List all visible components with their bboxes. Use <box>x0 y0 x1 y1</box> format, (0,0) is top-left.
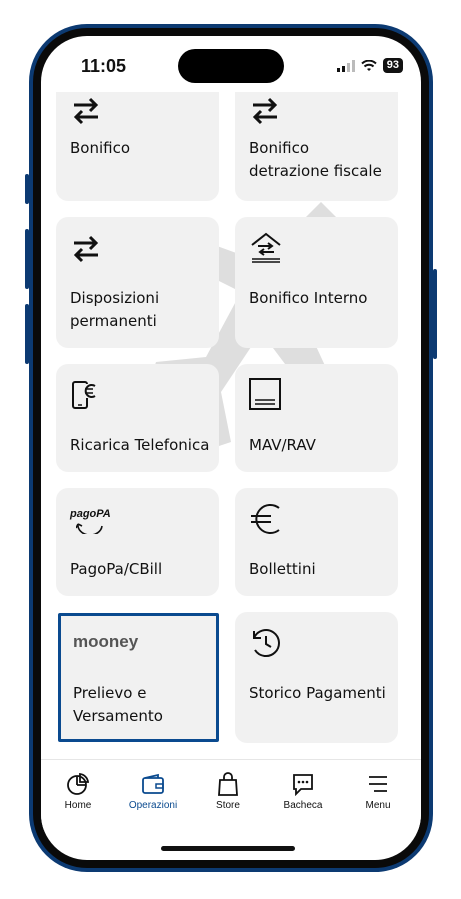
tab-operazioni[interactable]: Operazioni <box>116 760 190 830</box>
tile-bonifico-interno[interactable]: Bonifico Interno <box>235 217 398 348</box>
action-button <box>25 174 29 204</box>
tile-pagopa-cbill[interactable]: pagoPA PagoPa/CBill <box>56 488 219 596</box>
volume-down-button <box>25 304 29 364</box>
tab-label: Operazioni <box>128 800 178 811</box>
battery-indicator: 93 <box>382 58 403 73</box>
tab-label: Bacheca <box>283 800 323 811</box>
document-box-icon <box>249 378 281 410</box>
tile-storico-pagamenti[interactable]: Storico Pagamenti <box>235 612 398 743</box>
tab-store[interactable]: Store <box>191 760 265 830</box>
tile-label: Bonifico detrazione fiscale <box>249 139 382 180</box>
power-button <box>433 269 437 359</box>
tab-label: Menu <box>365 800 391 811</box>
tile-disposizioni-permanenti[interactable]: Disposizioni permanenti <box>56 217 219 348</box>
pagopa-logo-text: pagoPA <box>70 508 111 520</box>
history-clock-icon <box>253 629 280 657</box>
tab-label: Home <box>64 800 92 811</box>
tab-label: Store <box>216 800 240 811</box>
tile-bollettini[interactable]: Bollettini <box>235 488 398 596</box>
wifi-icon <box>361 59 377 71</box>
status-icons: 93 <box>336 58 403 73</box>
chat-bubble-icon <box>293 774 313 796</box>
dynamic-island <box>178 49 284 83</box>
tab-home[interactable]: Home <box>41 760 115 830</box>
tile-ricarica-telefonica[interactable]: Ricarica Telefonica <box>56 364 219 472</box>
status-time: 11:05 <box>81 56 127 76</box>
tile-bonifico[interactable]: Bonifico <box>56 92 219 201</box>
tile-label: Bonifico Interno <box>249 289 368 307</box>
home-indicator[interactable] <box>161 846 295 851</box>
operations-grid: Bonifico Bonifico detrazione fiscale Dis… <box>41 92 421 759</box>
tile-label: Storico Pagamenti <box>249 684 386 702</box>
tile-label: PagoPa/CBill <box>70 560 163 578</box>
phone-euro-icon <box>72 381 98 409</box>
tile-mav-rav[interactable]: MAV/RAV <box>235 364 398 472</box>
mooney-logo: mooney <box>73 632 139 651</box>
tile-label: Disposizioni permanenti <box>70 289 160 330</box>
tab-menu[interactable]: Menu <box>341 760 415 830</box>
transfer-arrows-icon <box>73 97 99 125</box>
pagopa-logo-icon: pagoPA <box>70 504 111 534</box>
tile-label: Prelievo e Versamento <box>73 684 163 725</box>
tile-bonifico-detrazione[interactable]: Bonifico detrazione fiscale <box>235 92 398 201</box>
wallet-icon <box>142 773 164 794</box>
tab-bar: Home Operazioni Store Bacheca Menu <box>41 759 421 830</box>
transfer-arrows-icon <box>252 97 278 125</box>
status-bar: 11:05 93 <box>41 36 421 92</box>
tile-label: Ricarica Telefonica <box>70 436 210 454</box>
signal-icon <box>336 59 355 72</box>
tile-label: Bollettini <box>249 560 316 578</box>
hamburger-menu-icon <box>369 776 387 792</box>
tile-prelievo-versamento[interactable]: mooney Prelievo e Versamento <box>58 613 219 742</box>
tile-label: Bonifico <box>70 139 131 157</box>
pie-chart-icon <box>67 772 90 795</box>
transfer-arrows-icon <box>73 235 99 263</box>
euro-icon <box>251 504 280 534</box>
tile-label: MAV/RAV <box>249 436 316 454</box>
internal-transfer-icon <box>251 232 281 263</box>
tab-bacheca[interactable]: Bacheca <box>266 760 340 830</box>
phone-frame: 11:05 93 Bonifico Bonifico detrazione fi… <box>25 24 437 872</box>
shopping-bag-icon <box>218 772 238 796</box>
volume-up-button <box>25 229 29 289</box>
screen: 11:05 93 Bonifico Bonifico detrazione fi… <box>41 36 421 860</box>
